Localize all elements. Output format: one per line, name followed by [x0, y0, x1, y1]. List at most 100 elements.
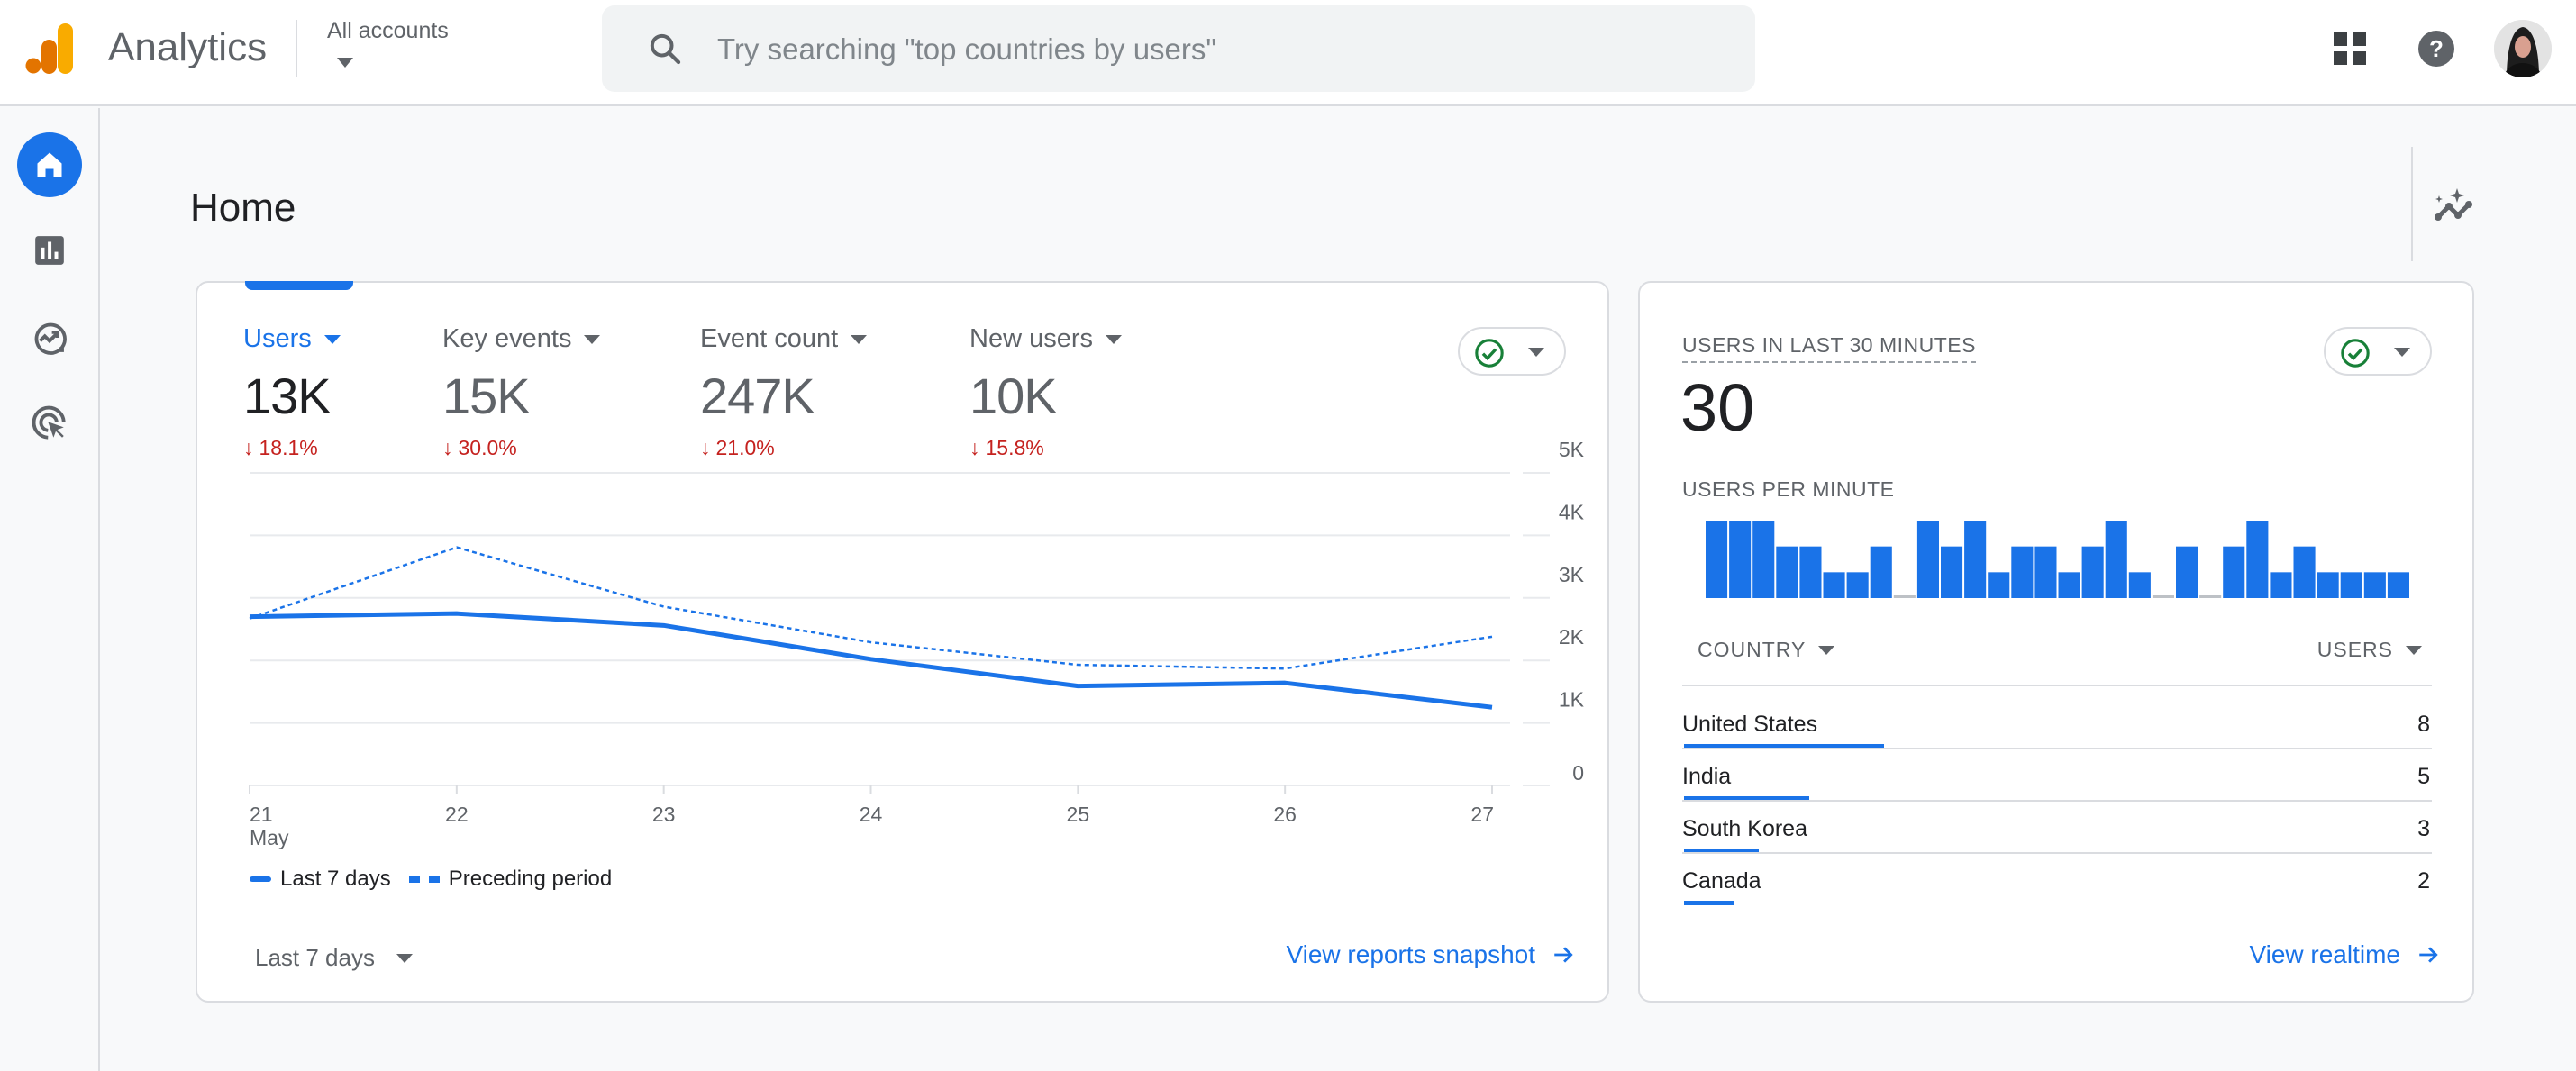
- chevron-down-icon[interactable]: [337, 58, 353, 68]
- top-bar: Analytics All accounts Try searching "to…: [0, 0, 2576, 106]
- minute-bar: [1706, 521, 1728, 598]
- overview-card: Users 13K ↓ 18.1% Key events 15K ↓ 30.0% E…: [196, 281, 1609, 1003]
- users-per-minute-chart: [1706, 521, 2409, 598]
- x-tick-label: 26: [1273, 803, 1297, 826]
- y-tick-label: 4K: [1559, 500, 1585, 523]
- minute-bar: [2340, 572, 2362, 598]
- legend-label-current: Last 7 days: [280, 867, 391, 891]
- minute-bar: [2223, 546, 2245, 598]
- country-users-value: 8: [2417, 712, 2430, 737]
- series-line-preceding-period: [249, 546, 1493, 670]
- caret-down-icon: [396, 953, 413, 963]
- link-label: View realtime: [2249, 940, 2400, 968]
- account-selector[interactable]: All accounts: [327, 18, 449, 44]
- column-header-country[interactable]: COUNTRY: [1698, 638, 1835, 662]
- analytics-logo-icon[interactable]: [25, 22, 76, 76]
- minute-bar: [1846, 572, 1869, 598]
- y-tick-label: 1K: [1559, 688, 1585, 712]
- minute-bar: [1941, 546, 1963, 598]
- legend-swatch-solid: [250, 876, 271, 882]
- chart-legend: Last 7 days Preceding period: [250, 867, 612, 892]
- x-tick-label: 27: [1470, 803, 1494, 826]
- users-line-chart: 0 1K 2K 3K 4K 5K 21 22 23 24 25 26 27 May: [249, 438, 1585, 849]
- sidebar-item-advertising[interactable]: [17, 391, 82, 456]
- country-users-value: 5: [2417, 764, 2430, 789]
- svg-text:?: ?: [2429, 35, 2444, 62]
- apps-grid-icon[interactable]: [2332, 31, 2368, 67]
- minute-bar: [2058, 572, 2080, 598]
- minute-bar: [2363, 572, 2386, 598]
- minute-bar: [1893, 595, 1916, 598]
- realtime-card: USERS IN LAST 30 MINUTES 30 USERS PER MI…: [1638, 281, 2474, 1003]
- y-tick-label: 0: [1572, 761, 1584, 785]
- legend-label-previous: Preceding period: [448, 867, 613, 891]
- sidebar-item-home[interactable]: [17, 132, 82, 197]
- x-tick-label: 22: [445, 803, 469, 826]
- minute-bar: [1823, 572, 1845, 598]
- left-nav: [0, 108, 100, 1071]
- country-name: South Korea: [1682, 816, 1807, 841]
- minute-bar: [2152, 595, 2174, 598]
- column-header-label: USERS: [2317, 638, 2393, 661]
- view-realtime-link[interactable]: View realtime: [2249, 940, 2440, 969]
- minute-bar: [2293, 546, 2316, 598]
- country-name: India: [1682, 764, 1732, 789]
- x-tick-label: 24: [860, 803, 883, 826]
- view-reports-snapshot-link[interactable]: View reports snapshot: [1286, 940, 1575, 969]
- avatar-image: [2494, 20, 2552, 77]
- minute-bar: [2176, 546, 2198, 598]
- app-title: Analytics: [108, 25, 268, 69]
- minute-bar: [1776, 546, 1798, 598]
- x-axis-month-label: May: [250, 826, 289, 849]
- row-divider: [1682, 800, 2432, 802]
- explore-trend-icon: [34, 322, 67, 355]
- minute-bar: [1870, 546, 1892, 598]
- minute-bar: [2317, 572, 2339, 598]
- y-tick-label: 2K: [1559, 625, 1585, 649]
- header-divider: [296, 20, 297, 77]
- minute-bar: [1729, 521, 1752, 598]
- table-divider: [1682, 685, 2432, 686]
- link-label: View reports snapshot: [1286, 940, 1535, 968]
- column-header-users[interactable]: USERS: [2317, 638, 2422, 662]
- minute-bar: [1752, 521, 1775, 598]
- minute-bar: [1964, 521, 1987, 598]
- search-input[interactable]: Try searching "top countries by users": [602, 5, 1755, 92]
- column-header-label: COUNTRY: [1698, 638, 1807, 661]
- minute-bar: [2034, 546, 2057, 598]
- insights-divider: [2411, 147, 2413, 261]
- x-tick-label: 25: [1067, 803, 1090, 826]
- minute-bar: [1799, 546, 1822, 598]
- page-title: Home: [190, 186, 296, 230]
- country-name: United States: [1682, 712, 1818, 737]
- help-icon[interactable]: ?: [2417, 30, 2455, 68]
- row-divider: [1682, 852, 2432, 854]
- country-name: Canada: [1682, 868, 1761, 894]
- row-divider: [1682, 748, 2432, 749]
- x-tick-label: 23: [652, 803, 676, 826]
- minute-bar: [2246, 521, 2269, 598]
- avatar[interactable]: [2494, 20, 2552, 77]
- minute-bar: [2105, 521, 2127, 598]
- x-tick-label: 21: [250, 803, 273, 826]
- minute-bar: [2128, 572, 2151, 598]
- minute-bar: [2270, 572, 2292, 598]
- arrow-right-icon: [2419, 947, 2438, 963]
- target-cursor-icon: [32, 405, 66, 440]
- home-icon: [37, 152, 62, 177]
- sidebar-item-explore[interactable]: [17, 305, 82, 370]
- legend-swatch-dashed: [408, 876, 440, 883]
- y-tick-label: 3K: [1559, 563, 1585, 586]
- minute-bar: [1988, 572, 2010, 598]
- minute-bar: [2081, 546, 2104, 598]
- country-share-bar: [1684, 901, 1734, 905]
- bar-chart-icon: [35, 236, 64, 265]
- minute-bar: [2011, 546, 2034, 598]
- caret-down-icon: [1818, 645, 1835, 655]
- insights-sparkle-icon[interactable]: [2433, 185, 2474, 224]
- date-range-dropdown[interactable]: Last 7 days: [255, 944, 413, 972]
- search-icon: [650, 33, 681, 65]
- minute-bar: [2199, 595, 2222, 598]
- sidebar-item-reports[interactable]: [17, 218, 82, 283]
- minute-bar: [1916, 521, 1939, 598]
